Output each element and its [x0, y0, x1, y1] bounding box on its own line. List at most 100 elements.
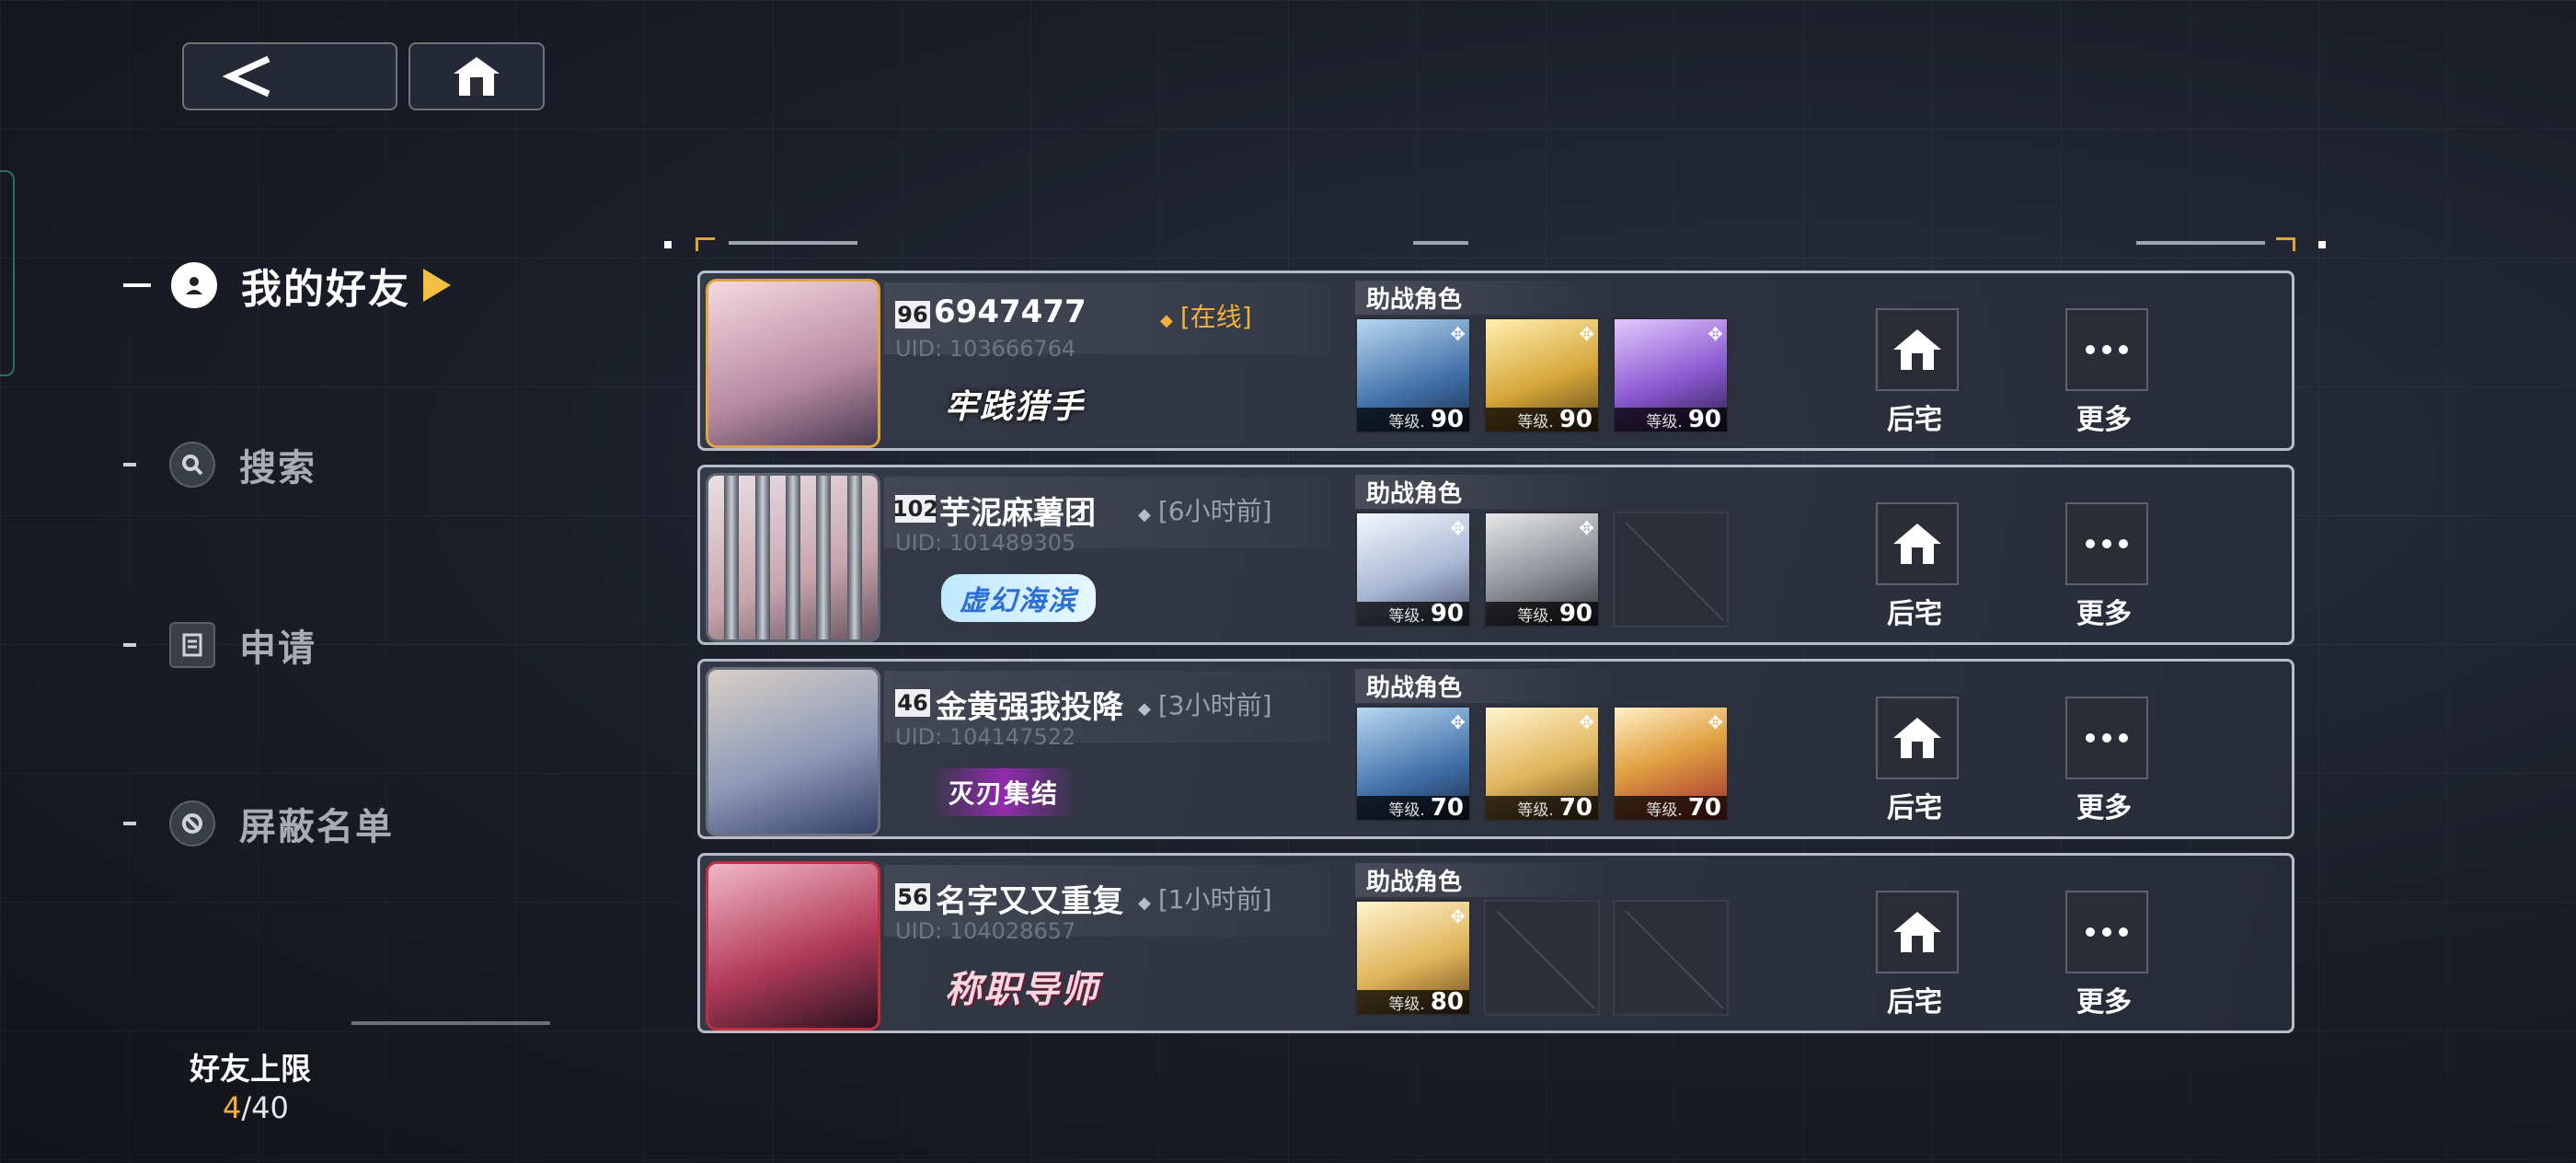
- back-button[interactable]: [182, 42, 397, 110]
- friend-avatar[interactable]: [706, 667, 880, 836]
- player-title-badge: 称职导师: [945, 969, 1099, 1011]
- diamond-icon: ◆: [1138, 893, 1151, 913]
- nav-item-blocklist[interactable]: 屏蔽名单: [123, 797, 394, 850]
- diamond-icon: ◆: [1138, 699, 1151, 719]
- support-characters-label: 助战角色: [1355, 863, 1615, 897]
- nav-dash: [123, 643, 136, 647]
- deco-bar: [2136, 241, 2265, 245]
- support-character-slot[interactable]: ✥ 等级. 90: [1355, 512, 1471, 628]
- side-edge-tab[interactable]: [0, 170, 15, 376]
- move-icon: ✥: [1579, 711, 1594, 733]
- empty-support-slot: [1613, 512, 1729, 628]
- dorm-label: 后宅: [1887, 598, 1942, 630]
- friend-row[interactable]: 46 金黄强我投降 UID: 104147522 ◆ [3小时前] 灭刃集结 助战…: [697, 659, 2294, 839]
- player-level: 102: [891, 495, 939, 523]
- deco-bracket: [696, 237, 715, 251]
- last-online-status: ◆ [6小时前]: [1138, 496, 1272, 526]
- deco-bar: [729, 241, 857, 245]
- player-title-badge: 牢践猎手: [945, 388, 1086, 426]
- nav-item-my-friends[interactable]: 我的好友: [123, 256, 451, 315]
- more-label: 更多: [2076, 598, 2132, 630]
- player-level: 46: [895, 689, 930, 717]
- player-uid: UID: 104028657: [895, 918, 1076, 944]
- player-name: 金黄强我投降: [936, 689, 1123, 726]
- move-icon: ✥: [1450, 323, 1466, 345]
- house-icon: [1893, 329, 1941, 370]
- nav-label: 申请: [239, 628, 316, 670]
- friend-limit-count: 4/40: [223, 1090, 289, 1125]
- deco-bar: [1413, 241, 1468, 245]
- more-label: 更多: [2076, 404, 2132, 436]
- more-label: 更多: [2076, 792, 2132, 824]
- support-character-slot[interactable]: ✥ 等级. 90: [1613, 317, 1729, 433]
- move-icon: ✥: [1708, 323, 1723, 345]
- support-character-slot[interactable]: ✥ 等级. 90: [1355, 317, 1471, 433]
- friend-limit-title: 好友上限: [190, 1051, 311, 1087]
- search-icon: [169, 442, 215, 488]
- nav-item-search[interactable]: 搜索: [123, 438, 316, 491]
- support-character-slot[interactable]: ✥ 等级. 70: [1355, 706, 1471, 822]
- player-level: 96: [895, 301, 930, 328]
- player-name: 6947477: [934, 294, 1087, 330]
- house-icon: [1893, 524, 1941, 564]
- player-uid: UID: 101489305: [895, 530, 1076, 556]
- dorm-button[interactable]: [1876, 891, 1959, 973]
- player-uid: UID: 103666764: [895, 336, 1076, 362]
- empty-support-slot: [1484, 900, 1600, 1016]
- more-dots-icon: [2086, 733, 2128, 743]
- support-character-slot[interactable]: ✥ 等级. 90: [1484, 512, 1600, 628]
- dorm-label: 后宅: [1887, 792, 1942, 824]
- support-character-slot[interactable]: ✥ 等级. 70: [1484, 706, 1600, 822]
- dorm-button[interactable]: [1876, 308, 1959, 391]
- more-dots-icon: [2086, 927, 2128, 937]
- more-dots-icon: [2086, 345, 2128, 354]
- online-status: ◆ [在线]: [1160, 302, 1252, 332]
- move-icon: ✥: [1450, 711, 1466, 733]
- more-button[interactable]: [2065, 308, 2148, 391]
- player-title-badge: 灭刃集结: [930, 768, 1078, 816]
- friend-row[interactable]: 96 6947477 UID: 103666764 ◆ [在线] 牢践猎手 助战角…: [697, 271, 2294, 451]
- back-arrow-icon: [222, 55, 270, 98]
- player-name: 芋泥麻薯团: [939, 495, 1096, 532]
- player-title-badge: 虚幻海滨: [941, 574, 1096, 622]
- player-uid: UID: 104147522: [895, 724, 1076, 750]
- more-button[interactable]: [2065, 891, 2148, 973]
- support-characters-label: 助战角色: [1355, 669, 1615, 703]
- empty-support-slot: [1613, 900, 1729, 1016]
- support-characters-label: 助战角色: [1355, 281, 1615, 315]
- home-button[interactable]: [408, 42, 545, 110]
- friend-avatar[interactable]: [706, 861, 880, 1031]
- move-icon: ✥: [1450, 517, 1466, 539]
- more-label: 更多: [2076, 986, 2132, 1019]
- move-icon: ✥: [1579, 517, 1594, 539]
- friend-avatar[interactable]: [706, 279, 880, 448]
- nav-item-requests[interactable]: 申请: [123, 618, 316, 672]
- support-character-slot[interactable]: ✥ 等级. 70: [1613, 706, 1729, 822]
- dorm-label: 后宅: [1887, 404, 1942, 436]
- more-button[interactable]: [2065, 697, 2148, 779]
- friend-avatar[interactable]: [706, 473, 880, 642]
- more-button[interactable]: [2065, 502, 2148, 585]
- dorm-button[interactable]: [1876, 697, 1959, 779]
- nav-dash: [123, 822, 136, 825]
- dorm-button[interactable]: [1876, 502, 1959, 585]
- support-character-slot[interactable]: ✥ 等级. 90: [1484, 317, 1600, 433]
- support-character-slot[interactable]: ✥ 等级. 80: [1355, 900, 1471, 1016]
- friend-row[interactable]: 56 名字又又重复 UID: 104028657 ◆ [1小时前] 称职导师 助战…: [697, 853, 2294, 1033]
- block-icon: [169, 800, 215, 846]
- last-online-status: ◆ [3小时前]: [1138, 690, 1272, 720]
- diamond-icon: ◆: [1138, 505, 1151, 524]
- deco-bracket: [2276, 237, 2295, 251]
- active-arrow-icon: [423, 269, 451, 302]
- home-icon: [454, 57, 500, 96]
- nav-label: 我的好友: [241, 266, 410, 313]
- more-dots-icon: [2086, 539, 2128, 548]
- user-icon: [171, 262, 217, 308]
- friend-row[interactable]: 102 芋泥麻薯团 UID: 101489305 ◆ [6小时前] 虚幻海滨 助战…: [697, 465, 2294, 645]
- player-level: 56: [895, 883, 930, 911]
- jail-bars: [708, 476, 878, 639]
- support-characters-label: 助战角色: [1355, 475, 1615, 509]
- nav-label: 屏蔽名单: [239, 806, 394, 848]
- limit-divider: [351, 1021, 550, 1025]
- nav-label: 搜索: [239, 447, 316, 489]
